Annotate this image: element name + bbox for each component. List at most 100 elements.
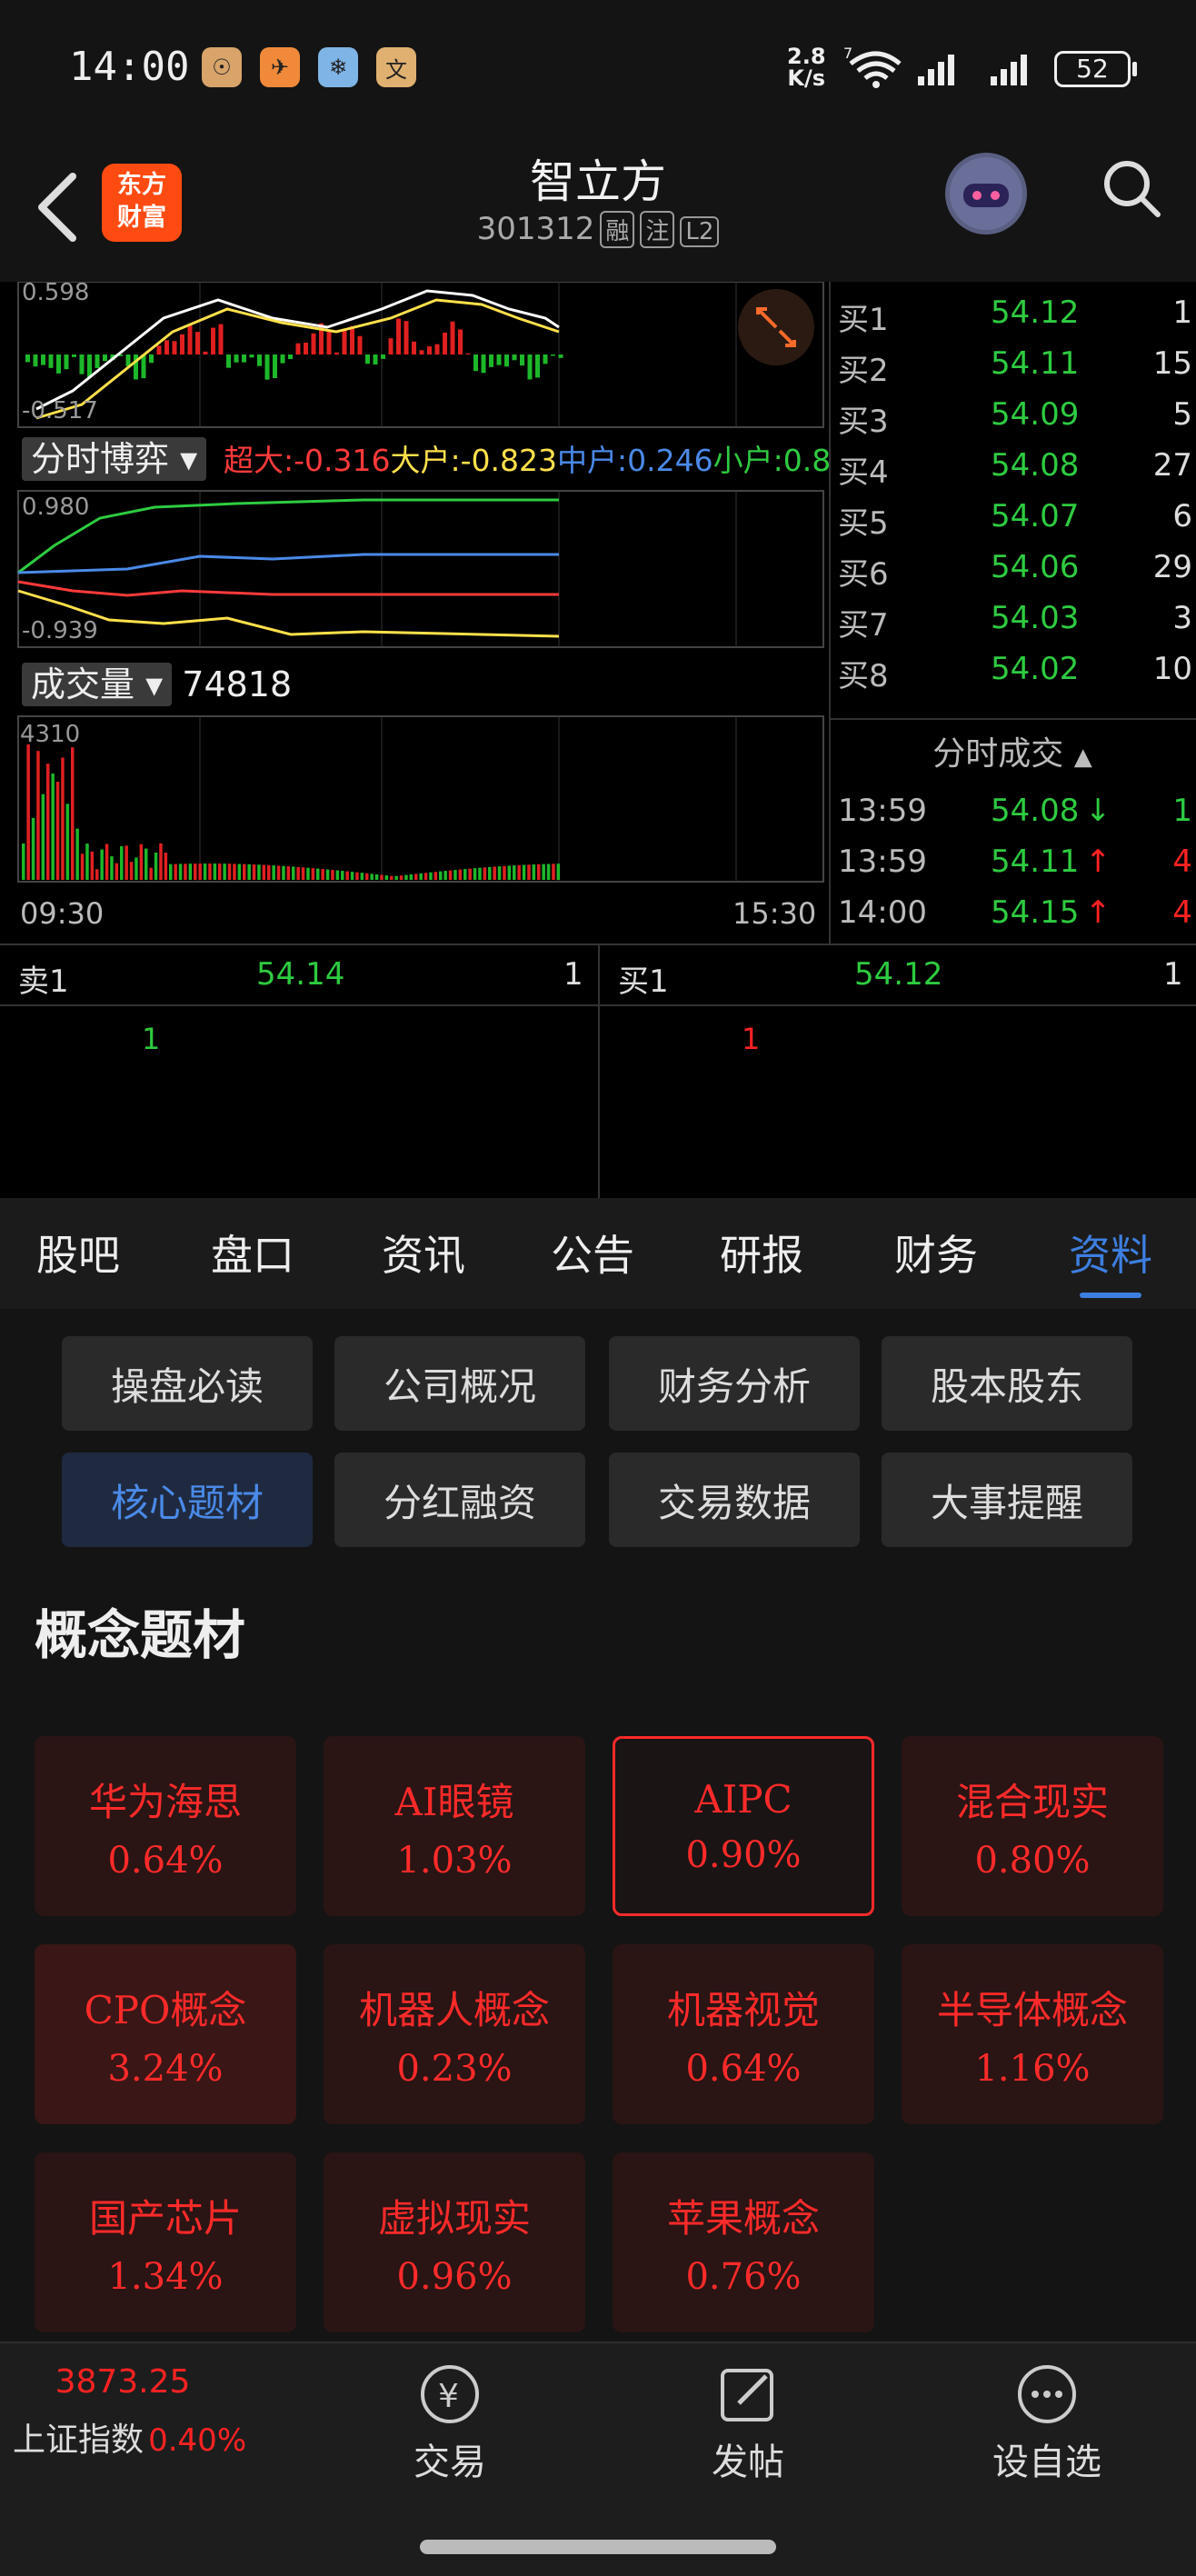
volume-bar <box>365 873 369 880</box>
concept-card[interactable]: CPO概念 3.24% <box>35 1944 296 2124</box>
divider <box>598 945 600 1198</box>
volume-bar <box>154 852 158 880</box>
volume-bar <box>380 874 384 880</box>
volume-bar <box>374 874 379 880</box>
order-book-row[interactable]: 买4 54.08 27 <box>838 440 1192 491</box>
volume-bar <box>286 866 291 880</box>
bid-qty: 27 <box>1152 447 1192 484</box>
post-button[interactable]: 发帖 <box>698 2360 798 2485</box>
trade-button[interactable]: ¥ 交易 <box>400 2360 500 2485</box>
index-ticker[interactable]: 3873.25 上证指数 0.40% <box>0 2363 254 2461</box>
order-book-row[interactable]: 买7 54.03 3 <box>838 593 1192 644</box>
indicator-label: 超大: <box>224 443 294 478</box>
concept-card[interactable]: 国产芯片 1.34% <box>35 2152 296 2332</box>
subnav-button[interactable]: 股本股东 <box>882 1336 1132 1431</box>
bid-label: 买3 <box>838 404 889 440</box>
volume-max-label: 4310 <box>20 721 80 748</box>
tab-2[interactable]: 资讯 <box>382 1223 465 1283</box>
home-indicator[interactable] <box>420 2540 776 2554</box>
subnav-button[interactable]: 核心题材 <box>62 1453 313 1547</box>
time-start: 09:30 <box>20 896 104 931</box>
volume-bar <box>282 865 285 880</box>
subnav-button[interactable]: 大事提醒 <box>882 1453 1132 1547</box>
volume-bar <box>341 871 344 880</box>
concept-card[interactable]: AIPC 0.90% <box>613 1736 874 1916</box>
subnav-button[interactable]: 财务分析 <box>609 1336 860 1431</box>
tick-time: 13:59 <box>838 844 927 880</box>
flow-bar <box>149 354 154 364</box>
volume-bar <box>174 864 177 880</box>
bid-price: 54.08 <box>991 447 1080 484</box>
volume-bar <box>257 864 261 880</box>
watchlist-button[interactable]: 设自选 <box>983 2360 1111 2485</box>
concept-card[interactable]: 半导体概念 1.16% <box>902 1944 1163 2124</box>
volume-bar <box>488 866 492 880</box>
order-book-row[interactable]: 买1 54.12 1 <box>838 287 1192 338</box>
order-book-row[interactable]: 买2 54.11 15 <box>838 338 1192 389</box>
subnav-button[interactable]: 分红融资 <box>334 1453 585 1547</box>
volume-bar <box>31 817 35 880</box>
flow-bar <box>103 354 107 362</box>
order-book-row[interactable]: 买5 54.07 6 <box>838 491 1192 542</box>
ticks-header[interactable]: 分时成交 ▲ <box>829 727 1196 774</box>
concept-change: 0.96% <box>396 2255 513 2298</box>
assistant-avatar[interactable] <box>945 153 1027 235</box>
concept-card[interactable]: 机器人概念 0.23% <box>324 1944 585 2124</box>
volume-bar <box>493 866 496 880</box>
concept-card[interactable]: 华为海思 0.64% <box>35 1736 296 1916</box>
flow-bar <box>365 354 370 364</box>
concept-name: 苹果概念 <box>666 2195 820 2241</box>
volume-bar <box>434 872 438 880</box>
volume-bar <box>194 864 197 880</box>
indicator-dropdown[interactable]: 分时博弈 ▾ <box>22 437 207 481</box>
bid-qty: 5 <box>1172 396 1192 433</box>
concept-card[interactable]: 虚拟现实 0.96% <box>324 2152 585 2332</box>
subnav-button[interactable]: 交易数据 <box>609 1453 860 1547</box>
volume-dropdown[interactable]: 成交量 ▾ <box>22 663 173 706</box>
subnav-button[interactable]: 公司概况 <box>334 1336 585 1431</box>
tick-qty: 4 <box>1172 844 1192 880</box>
concept-change: 0.64% <box>107 1839 224 1882</box>
tab-3[interactable]: 公告 <box>551 1223 634 1283</box>
tick-time: 13:59 <box>838 793 927 829</box>
volume-bar <box>384 875 389 880</box>
capital-flow-bars <box>25 318 563 380</box>
tick-price: 54.08 <box>991 793 1080 829</box>
concept-card[interactable]: 苹果概念 0.76% <box>613 2152 874 2332</box>
sell1-label: 卖1 <box>18 964 69 1000</box>
tab-6[interactable]: 资料 <box>1069 1223 1152 1283</box>
concept-card[interactable]: AI眼镜 1.03% <box>324 1736 585 1916</box>
index-change: 0.40% <box>148 2422 247 2459</box>
tab-5[interactable]: 财务 <box>894 1223 978 1283</box>
flow-bar <box>381 354 385 359</box>
volume-row: 成交量 ▾ 74818 <box>22 656 292 706</box>
volume-bar <box>125 845 128 880</box>
time-end: 15:30 <box>733 896 816 931</box>
flow-bar <box>357 335 363 354</box>
tab-4[interactable]: 研报 <box>720 1223 803 1283</box>
volume-bar <box>272 865 275 880</box>
notification-app-icon: ❄ <box>318 47 358 87</box>
concept-card[interactable]: 机器视觉 0.64% <box>613 1944 874 2124</box>
flow-bar <box>41 354 45 365</box>
volume-bar <box>22 844 25 880</box>
order-book-row[interactable]: 买6 54.06 29 <box>838 542 1192 593</box>
concept-change: 0.64% <box>685 2047 802 2090</box>
subnav-button[interactable]: 操盘必读 <box>62 1336 313 1431</box>
indicator-label: 小户: <box>713 443 783 478</box>
tab-1[interactable]: 盘口 <box>211 1223 294 1283</box>
volume-bar <box>311 868 315 880</box>
volume-bar <box>394 875 398 880</box>
order-book-row[interactable]: 买8 54.02 10 <box>838 644 1192 694</box>
tab-0[interactable]: 股吧 <box>36 1223 120 1283</box>
concept-name: 机器视觉 <box>666 1987 820 2032</box>
concept-card[interactable]: 混合现实 0.80% <box>902 1736 1163 1916</box>
flow-bar <box>218 324 224 354</box>
volume-bar <box>335 870 340 880</box>
sell1-price: 54.14 <box>256 956 345 993</box>
volume-bar <box>145 848 148 880</box>
order-book-row[interactable]: 买3 54.09 5 <box>838 389 1192 440</box>
divider <box>829 718 1196 720</box>
tick-row: 14:00 54.15 ↑ 4 <box>838 887 1192 938</box>
search-icon[interactable] <box>1100 156 1163 220</box>
